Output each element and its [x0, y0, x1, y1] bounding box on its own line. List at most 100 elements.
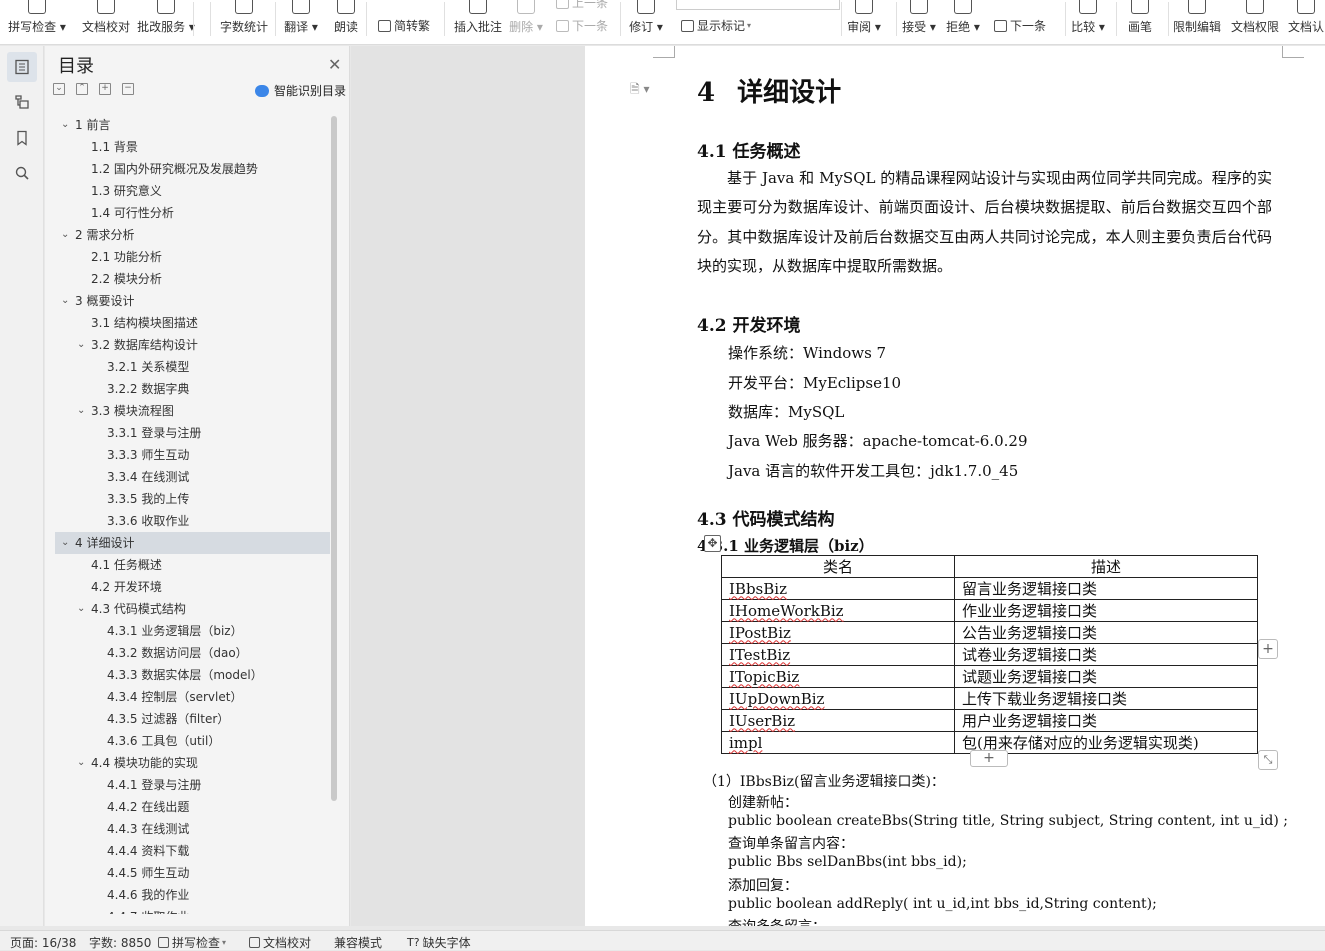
add-row-icon[interactable]: +	[970, 750, 1008, 767]
env-line: 开发平台：MyEclipse10	[728, 374, 902, 392]
toc-item[interactable]: 2.1 功能分析	[55, 246, 330, 268]
toolbar-button-review-pane[interactable]: 审阅 ▾	[834, 0, 894, 44]
toc-item[interactable]: ⌄ 3.2 数据库结构设计	[55, 334, 330, 356]
toc-item[interactable]: 3.2.1 关系模型	[55, 356, 330, 378]
add-heading-icon[interactable]: +	[99, 83, 111, 95]
description-cell: 公告业务逻辑接口类	[954, 621, 1258, 644]
chevron-down-icon[interactable]: ⌄	[61, 224, 69, 246]
toc-item[interactable]: 3.3.4 在线测试	[55, 466, 330, 488]
toolbar-button-reject[interactable]: 拒绝 ▾	[933, 0, 993, 44]
toc-item[interactable]: 1.1 背景	[55, 136, 330, 158]
toc-pane-button[interactable]	[7, 52, 37, 82]
collapse-all-icon[interactable]: ⌃	[76, 83, 88, 95]
chevron-down-icon[interactable]: ⌄	[61, 532, 69, 554]
toolbar-button-correction-service[interactable]: 批改服务 ▾	[136, 0, 196, 44]
toc-item[interactable]: 4.3.4 控制层（servlet）	[55, 686, 330, 708]
smart-toc-button[interactable]: 智能识别目录	[255, 82, 346, 99]
next-comment-button[interactable]: 下一条	[556, 17, 608, 34]
prev-comment-button[interactable]: 上一条	[556, 0, 608, 11]
bookmark-button[interactable]	[7, 123, 37, 153]
chapter-nav-button[interactable]	[7, 87, 37, 117]
toolbar-button-track-changes[interactable]: 修订 ▾	[616, 0, 676, 44]
toc-item[interactable]: 4.3.1 业务逻辑层（biz）	[55, 620, 330, 642]
toolbar-button-pen[interactable]: 画笔	[1110, 0, 1170, 44]
toc-item[interactable]: 3.3.5 我的上传	[55, 488, 330, 510]
toc-item[interactable]: 4.4.3 在线测试	[55, 818, 330, 840]
chevron-down-icon[interactable]: ⌄	[77, 752, 85, 774]
close-icon[interactable]: ✕	[328, 55, 341, 74]
next-change-button[interactable]: 下一条	[994, 17, 1046, 34]
chevron-down-icon[interactable]: ⌄	[61, 114, 69, 136]
toc-item[interactable]: 1.2 国内外研究概况及发展趋势	[55, 158, 330, 180]
toc-item[interactable]: 4.3.6 工具包（util）	[55, 730, 330, 752]
expand-all-icon[interactable]: ⌄	[53, 83, 65, 95]
toolbar-separator	[275, 2, 276, 36]
toolbar-button-delete-comment[interactable]: 删除 ▾	[496, 0, 556, 44]
toolbar-button-compare[interactable]: 比较 ▾	[1058, 0, 1118, 44]
markup-view-select[interactable]	[676, 0, 840, 10]
toolbar-button-restrict-editing[interactable]: 限制编辑	[1167, 0, 1227, 44]
toolbar-button-spellcheck[interactable]: 拼写检查 ▾	[7, 0, 67, 44]
toc-item[interactable]: 4.4.1 登录与注册	[55, 774, 330, 796]
toc-item[interactable]: 4.4.7 收取作业	[55, 906, 330, 914]
cell-text: IUpDownBiz	[729, 689, 825, 708]
word-count-icon	[235, 0, 253, 14]
toc-item[interactable]: ⌄ 3 概要设计	[55, 290, 330, 312]
toc-item[interactable]: 1.4 可行性分析	[55, 202, 330, 224]
toc-item[interactable]: 4.3.2 数据访问层（dao）	[55, 642, 330, 664]
toc-item[interactable]: ⌄ 4 详细设计	[55, 532, 330, 554]
page-indicator[interactable]: 页面: 16/38	[10, 934, 76, 951]
toc-item[interactable]: ⌄ 2 需求分析	[55, 224, 330, 246]
toc-item[interactable]: ⌄ 3.3 模块流程图	[55, 400, 330, 422]
status-bar: 页面: 16/38 字数: 8850 拼写检查 ▾ 文档校对 兼容模式 T? 缺失…	[0, 930, 1325, 950]
toc-item[interactable]: ⌄ 4.4 模块功能的实现	[55, 752, 330, 774]
toc-item[interactable]: 4.3.3 数据实体层（model）	[55, 664, 330, 686]
toc-item[interactable]: 2.2 模块分析	[55, 268, 330, 290]
toc-item[interactable]: 1.3 研究意义	[55, 180, 330, 202]
show-markup-dropdown[interactable]: 显示标记 ▾	[681, 17, 751, 34]
toc-item[interactable]: 4.1 任务概述	[55, 554, 330, 576]
simp-trad-button[interactable]: 简转繁	[378, 17, 430, 34]
toc-item[interactable]: 3.3.3 师生互动	[55, 444, 330, 466]
missing-font-status[interactable]: T? 缺失字体	[407, 934, 471, 951]
code-line: 添加回复：	[728, 878, 798, 894]
toc-item[interactable]: ⌄ 4.3 代码模式结构	[55, 598, 330, 620]
toc-item[interactable]: 4.4.5 师生互动	[55, 862, 330, 884]
proofread-icon	[249, 937, 260, 948]
chevron-down-icon[interactable]: ⌄	[77, 334, 85, 356]
search-icon	[15, 166, 29, 180]
toc-item[interactable]: 3.2.2 数据字典	[55, 378, 330, 400]
toc-item[interactable]: 4.2 开发环境	[55, 576, 330, 598]
table-move-icon[interactable]: ✥	[704, 535, 721, 552]
add-column-icon[interactable]: +	[1258, 639, 1278, 659]
chevron-down-icon[interactable]: ⌄	[77, 598, 85, 620]
word-count[interactable]: 字数: 8850	[89, 934, 151, 951]
resize-table-icon[interactable]: ⤡	[1258, 750, 1278, 770]
toolbar-button-proofread[interactable]: 文档校对	[76, 0, 136, 44]
toc-item[interactable]: 4.4.2 在线出题	[55, 796, 330, 818]
toc-item[interactable]: 4.4.4 资料下载	[55, 840, 330, 862]
toc-item[interactable]: 4.3.5 过滤器（filter）	[55, 708, 330, 730]
document-icon[interactable]: 🗎 ▾	[630, 80, 650, 101]
toolbar-button-doc-certify[interactable]: 文档认	[1276, 0, 1325, 44]
toc-item-label: 3.3.1 登录与注册	[107, 426, 202, 440]
search-button[interactable]	[7, 158, 37, 188]
proofread-status[interactable]: 文档校对	[249, 934, 311, 951]
toolbar-button-label: 翻译 ▾	[284, 20, 318, 34]
toolbar-button-word-count[interactable]: 字数统计	[214, 0, 274, 44]
toc-item[interactable]: 4.4.6 我的作业	[55, 884, 330, 906]
chevron-down-icon[interactable]: ⌄	[77, 400, 85, 422]
toc-item[interactable]: 3.3.6 收取作业	[55, 510, 330, 532]
biz-table[interactable]: 类名 描述 IBbsBiz 留言业务逻辑接口类 IHomeWorkBiz 作业业务逻辑…	[721, 555, 1258, 754]
spellcheck-status[interactable]: 拼写检查 ▾	[158, 934, 226, 951]
remove-heading-icon[interactable]: −	[122, 83, 134, 95]
toc-item[interactable]: ⌄ 1 前言	[55, 114, 330, 136]
document-page[interactable]: 🗎 ▾ 4 详细设计 4.1 任务概述 基于 Java 和 MySQL 的精品课程…	[585, 46, 1325, 926]
toc-item[interactable]: 3.3.1 登录与注册	[55, 422, 330, 444]
chevron-down-icon[interactable]: ⌄	[61, 290, 69, 312]
accept-icon	[910, 0, 928, 14]
toc-item[interactable]: 3.1 结构模块图描述	[55, 312, 330, 334]
toolbar-separator	[620, 2, 621, 36]
toc-scrollbar[interactable]	[331, 116, 337, 801]
toolbar-button-read-aloud[interactable]: 朗读	[316, 0, 376, 44]
